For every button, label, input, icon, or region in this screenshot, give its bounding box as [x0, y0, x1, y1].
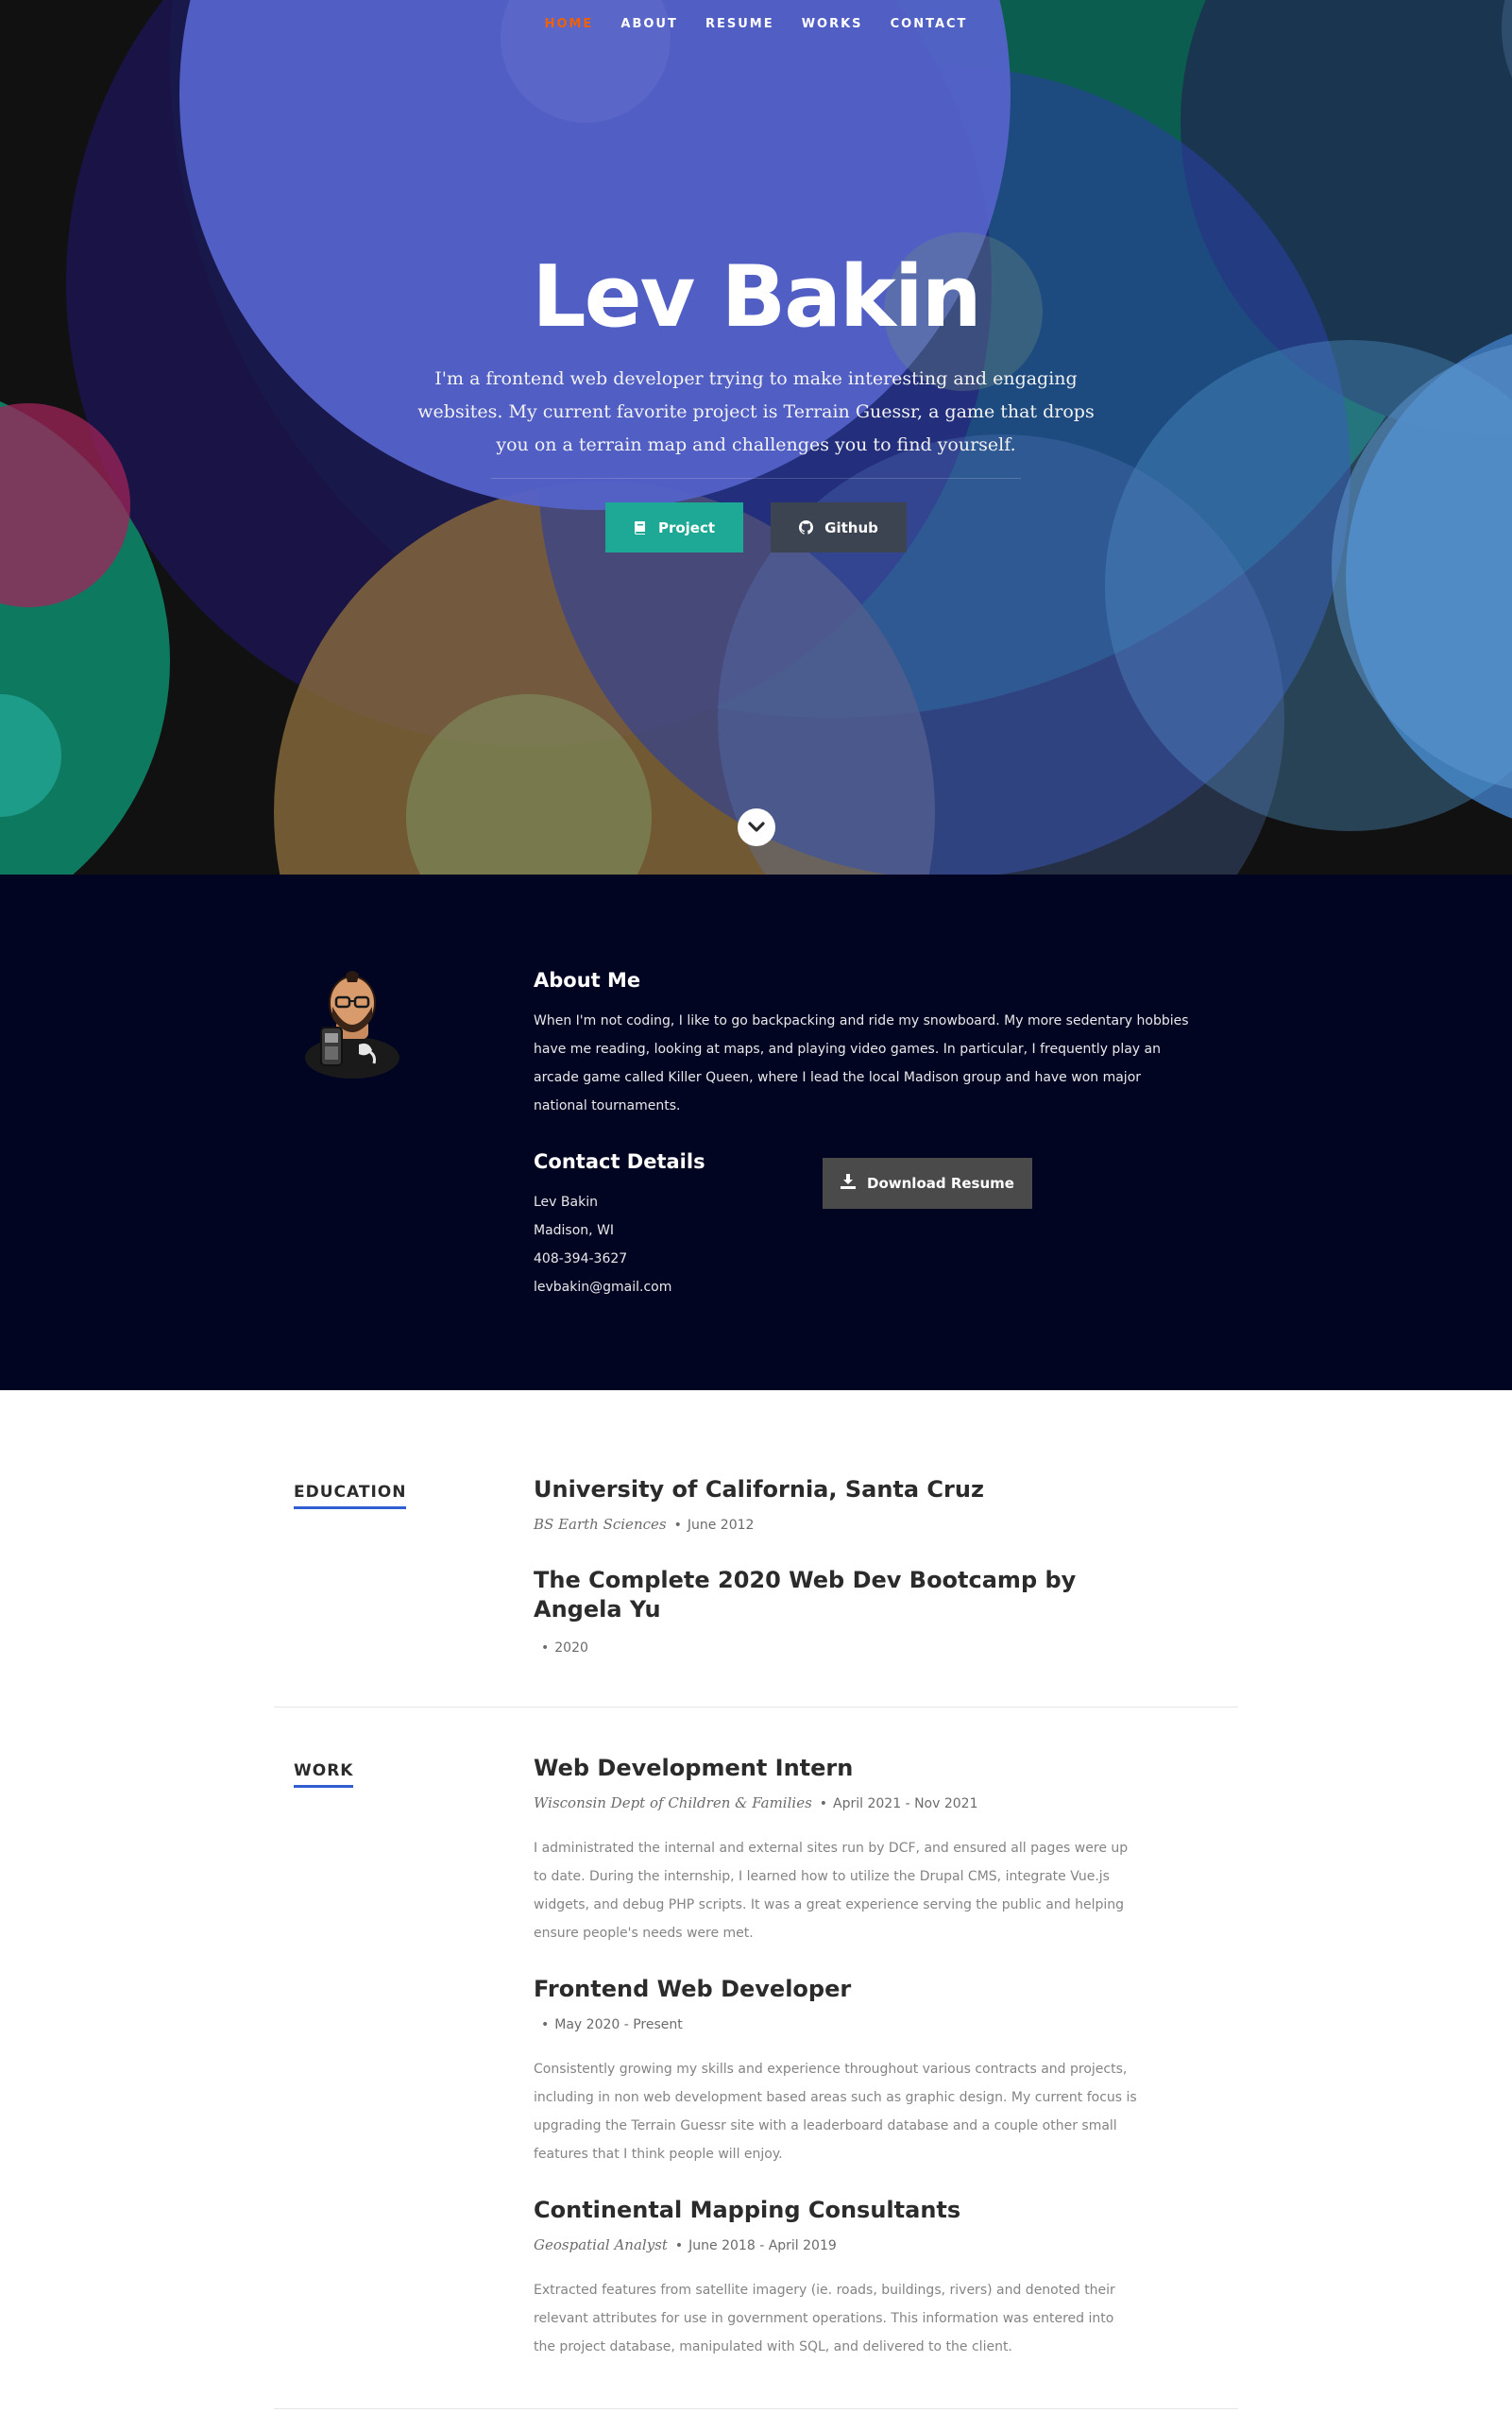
github-button-label: Github	[824, 518, 878, 536]
github-icon	[799, 520, 814, 535]
nav-resume[interactable]: RESUME	[705, 17, 774, 31]
hero-section: HOME ABOUT RESUME WORKS CONTACT Lev Baki…	[0, 0, 1512, 875]
download-resume-button[interactable]: Download Resume	[823, 1158, 1032, 1209]
chevron-down-icon	[748, 819, 765, 837]
work-meta: • May 2020 - Present	[541, 2017, 683, 2032]
work-title: Web Development Intern	[534, 1755, 854, 1781]
scroll-down-button[interactable]	[738, 808, 775, 846]
work-description: Extracted features from satellite imager…	[534, 2283, 1115, 2354]
work-meta: Geospatial Analyst • June 2018 - April 201…	[534, 2236, 837, 2253]
about-text: When I'm not coding, I like to go backpa…	[534, 1013, 1189, 1113]
section-divider	[274, 1707, 1238, 1708]
contact-name: Lev Bakin	[534, 1195, 598, 1210]
work-date: May 2020 - Present	[554, 2017, 683, 2032]
contact-list: Lev Bakin Madison, WI 408-394-3627 levba…	[534, 1188, 671, 1301]
education-title: University of California, Santa Cruz	[534, 1476, 984, 1503]
hero-title: Lev Bakin	[532, 247, 982, 347]
education-degree: BS Earth Sciences	[534, 1516, 667, 1533]
contact-heading: Contact Details	[534, 1150, 705, 1173]
contact-email: levbakin@gmail.com	[534, 1280, 672, 1295]
work-date: April 2021 - Nov 2021	[833, 1796, 978, 1811]
work-date: June 2018 - April 2019	[688, 2238, 837, 2253]
work-description: Consistently growing my skills and exper…	[534, 2062, 1137, 2162]
work-title: Continental Mapping Consultants	[534, 2197, 961, 2223]
contact-location: Madison, WI	[534, 1223, 615, 1238]
education-date: 2020	[554, 1640, 588, 1656]
education-date: June 2012	[687, 1518, 755, 1533]
hero-divider	[491, 478, 1021, 479]
download-icon	[841, 1174, 857, 1193]
work-employer: Geospatial Analyst	[534, 2236, 668, 2253]
nav-home[interactable]: HOME	[545, 17, 594, 31]
contact-phone: 408-394-3627	[534, 1251, 628, 1266]
project-button[interactable]: Project	[605, 502, 743, 552]
nav-about[interactable]: ABOUT	[620, 17, 677, 31]
section-divider	[274, 2408, 1238, 2409]
education-title: The Complete 2020 Web Dev Bootcamp by An…	[534, 1567, 1077, 1623]
education-meta: BS Earth Sciences • June 2012	[534, 1516, 755, 1533]
work-employer: Wisconsin Dept of Children & Families	[534, 1794, 812, 1811]
book-icon	[634, 520, 647, 535]
education-meta: • 2020	[541, 1640, 588, 1656]
github-button[interactable]: Github	[771, 502, 907, 552]
main-nav: HOME ABOUT RESUME WORKS CONTACT	[0, 13, 1512, 31]
about-section: About Me When I'm not coding, I like to …	[0, 875, 1512, 1390]
work-description: I administrated the internal and externa…	[534, 1841, 1129, 1941]
education-label: EDUCATION	[294, 1483, 407, 1509]
nav-works[interactable]: WORKS	[802, 17, 863, 31]
project-button-label: Project	[657, 518, 716, 536]
download-resume-label: Download Resume	[867, 1175, 1014, 1192]
avatar	[300, 965, 404, 1079]
about-heading: About Me	[534, 969, 641, 992]
nav-contact[interactable]: CONTACT	[891, 17, 968, 31]
work-meta: Wisconsin Dept of Children & Families • Ap…	[534, 1794, 978, 1811]
work-title: Frontend Web Developer	[534, 1976, 852, 2002]
resume-section: EDUCATION University of California, Sant…	[0, 1390, 1512, 2413]
work-label: WORK	[294, 1761, 354, 1788]
hero-description: I'm a frontend web developer trying to m…	[417, 368, 1095, 455]
